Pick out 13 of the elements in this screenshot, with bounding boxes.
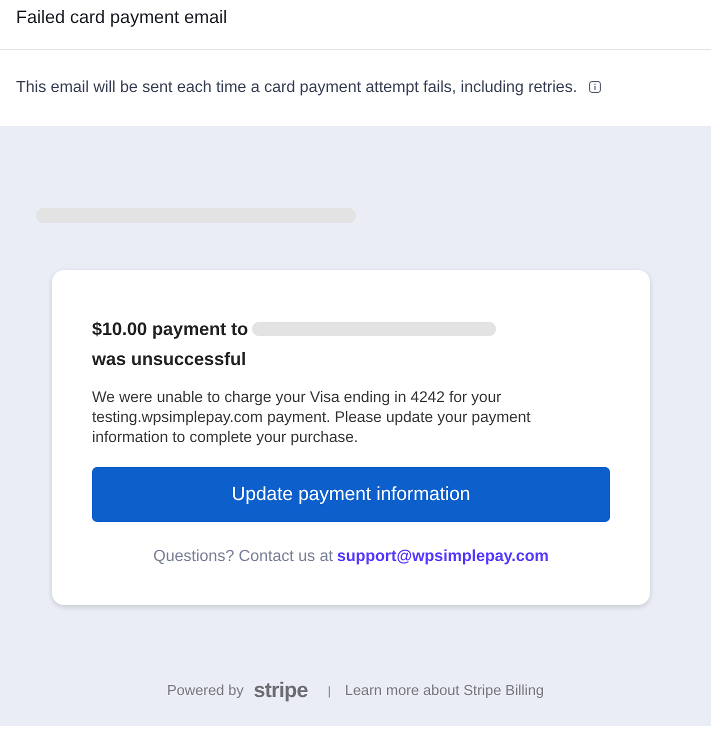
separator-text: | xyxy=(328,684,331,698)
heading-text: $10.00 payment to xyxy=(92,318,248,341)
learn-more-link[interactable]: Learn more about Stripe Billing xyxy=(344,683,544,699)
page-title: Failed card payment email xyxy=(16,7,228,28)
questions-text: Questions? Contact us at xyxy=(153,548,333,565)
description-text: This email will be sent each time a card payment attempt fails, including retries. xyxy=(16,79,578,97)
body-text: We were unable to charge your Visa ending in 4242 for your testing.wpsimplepay.com payment. Please update your payment information to complete your purchase. xyxy=(92,388,532,448)
powered-by-text: Powered by xyxy=(167,683,244,699)
heading-text: was unsuccessful xyxy=(92,348,246,371)
stripe-logo: stripe xyxy=(254,679,308,703)
support-email-link[interactable]: support@wpsimplepay.com xyxy=(336,548,549,565)
update-payment-button[interactable]: Update payment information xyxy=(92,467,610,522)
info-icon[interactable] xyxy=(589,81,602,93)
